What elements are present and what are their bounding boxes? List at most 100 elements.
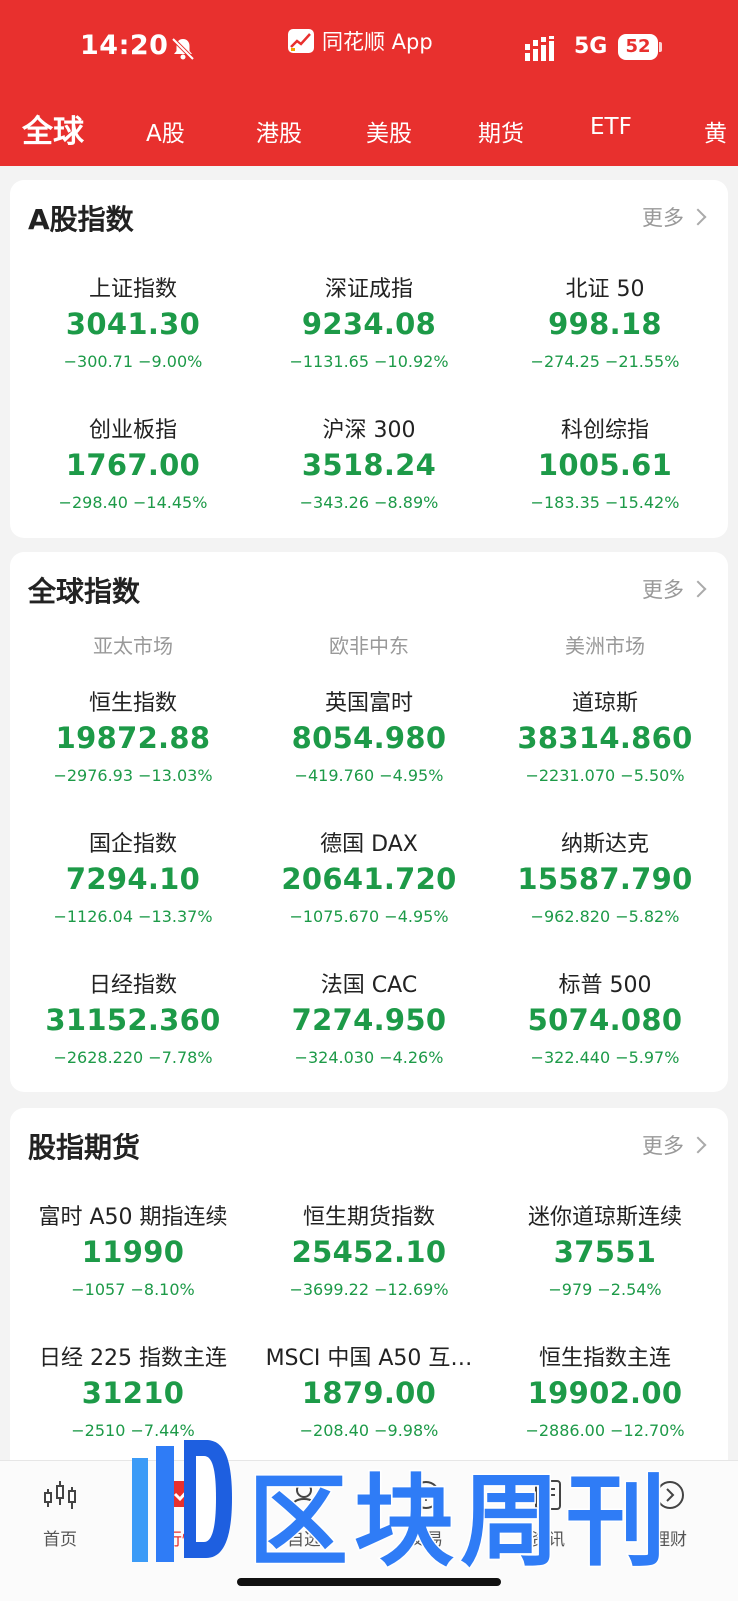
svg-text:¥: ¥ [421, 1486, 431, 1505]
index-price: 20641.720 [281, 862, 457, 896]
index-cell[interactable]: 纳斯达克 15587.790 −962.820 −5.82% [489, 826, 721, 946]
tab-etf[interactable]: ETF [590, 114, 632, 140]
tab-hk[interactable]: 港股 [256, 114, 302, 148]
index-name: 深证成指 [324, 277, 413, 302]
futures-name: 富时 A50 期指连续 [38, 1205, 228, 1230]
app-name: 同花顺 App [322, 30, 433, 54]
index-name: 北证 50 [565, 277, 645, 302]
market-icon [168, 1481, 196, 1507]
index-cell[interactable]: 国企指数 7294.10 −1126.04 −13.37% [17, 826, 249, 946]
index-price: 1767.00 [65, 448, 201, 482]
nav-wealth[interactable]: 理财 [618, 1479, 722, 1550]
app-logo-icon [288, 29, 314, 53]
tab-us[interactable]: 美股 [366, 114, 412, 148]
nav-news[interactable]: 资讯 [496, 1479, 600, 1550]
global-index-card: 全球指数 更多 亚太市场 欧非中东 美洲市场 恒生指数 19872.88 −29… [10, 552, 728, 1092]
index-change: −183.35 −15.42% [530, 493, 680, 512]
more-link[interactable]: 更多 [642, 202, 708, 232]
index-name: 恒生指数 [88, 691, 177, 716]
nav-market[interactable]: 行情 [130, 1479, 234, 1550]
nav-label: 首页 [43, 1530, 77, 1550]
more-label: 更多 [642, 578, 684, 602]
index-cell[interactable]: 上证指数 3041.30 −300.71 −9.00% [17, 271, 249, 391]
futures-price: 1879.00 [301, 1376, 437, 1410]
index-cell[interactable]: 英国富时 8054.980 −419.760 −4.95% [253, 685, 485, 805]
region-asia-pacific[interactable]: 亚太市场 [17, 630, 249, 659]
futures-change: −3699.22 −12.69% [289, 1280, 449, 1299]
tab-gold[interactable]: 黄 [704, 114, 727, 148]
index-change: −962.820 −5.82% [530, 907, 680, 926]
index-cell[interactable]: 法国 CAC 7274.950 −324.030 −4.26% [253, 967, 485, 1087]
futures-cell[interactable]: 迷你道琼斯连续 37551 −979 −2.54% [489, 1199, 721, 1319]
more-label: 更多 [642, 1134, 684, 1158]
trade-icon: ¥ [412, 1481, 440, 1509]
index-change: −322.440 −5.97% [530, 1048, 680, 1067]
card-title: A股指数 [28, 203, 134, 236]
futures-price: 31210 [81, 1376, 185, 1410]
index-change: −298.40 −14.45% [58, 493, 208, 512]
market-tabs: 全球 A股 港股 美股 期货 ETF 黄 [0, 100, 738, 166]
index-change: −1131.65 −10.92% [289, 352, 449, 371]
region-emea[interactable]: 欧非中东 [253, 630, 485, 659]
nav-label: 交易 [409, 1530, 443, 1550]
index-cell[interactable]: 标普 500 5074.080 −322.440 −5.97% [489, 967, 721, 1087]
index-price: 38314.860 [517, 721, 693, 755]
nav-label: 行情 [165, 1530, 199, 1550]
futures-change: −2510 −7.44% [71, 1421, 195, 1440]
a-share-index-card: A股指数 更多 上证指数 3041.30 −300.71 −9.00% 深证成指… [10, 180, 728, 538]
index-name: 国企指数 [88, 832, 177, 857]
tab-a-share[interactable]: A股 [146, 114, 185, 148]
card-title: 全球指数 [28, 575, 141, 608]
index-cell[interactable]: 科创综指 1005.61 −183.35 −15.42% [489, 412, 721, 532]
nav-watchlist[interactable]: 自选 [252, 1479, 356, 1550]
index-price: 9234.08 [301, 307, 437, 341]
index-name: 德国 DAX [320, 832, 418, 857]
futures-name: MSCI 中国 A50 互… [265, 1346, 473, 1371]
app-header: 14:20 同花顺 App 5G 52 全球 A股 港股 美股 期货 ETF 黄 [0, 0, 738, 166]
index-price: 19872.88 [55, 721, 211, 755]
nav-trade[interactable]: ¥ 交易 [374, 1479, 478, 1550]
index-cell[interactable]: 北证 50 998.18 −274.25 −21.55% [489, 271, 721, 391]
home-indicator[interactable] [237, 1578, 501, 1586]
index-change: −324.030 −4.26% [294, 1048, 444, 1067]
signal-icon [525, 36, 554, 61]
index-price: 31152.360 [45, 1003, 221, 1037]
index-cell[interactable]: 德国 DAX 20641.720 −1075.670 −4.95% [253, 826, 485, 946]
tab-futures[interactable]: 期货 [478, 114, 524, 148]
index-cell[interactable]: 创业板指 1767.00 −298.40 −14.45% [17, 412, 249, 532]
index-price: 7294.10 [65, 862, 201, 896]
index-change: −2628.220 −7.78% [53, 1048, 213, 1067]
index-cell[interactable]: 道琼斯 38314.860 −2231.070 −5.50% [489, 685, 721, 805]
region-americas[interactable]: 美洲市场 [489, 630, 721, 659]
index-change: −1126.04 −13.37% [53, 907, 213, 926]
futures-cell[interactable]: 日经 225 指数主连 31210 −2510 −7.44% [17, 1340, 249, 1460]
index-cell[interactable]: 深证成指 9234.08 −1131.65 −10.92% [253, 271, 485, 391]
more-link[interactable]: 更多 [642, 574, 708, 604]
futures-cell[interactable]: MSCI 中国 A50 互… 1879.00 −208.40 −9.98% [253, 1340, 485, 1460]
index-price: 15587.790 [517, 862, 693, 896]
tab-global[interactable]: 全球 [22, 106, 84, 151]
index-price: 3518.24 [301, 448, 437, 482]
status-time: 14:20 [80, 30, 169, 61]
futures-name: 日经 225 指数主连 [39, 1346, 227, 1371]
index-cell[interactable]: 日经指数 31152.360 −2628.220 −7.78% [17, 967, 249, 1087]
futures-change: −208.40 −9.98% [299, 1421, 439, 1440]
futures-price: 37551 [553, 1235, 657, 1269]
more-link[interactable]: 更多 [642, 1130, 708, 1160]
card-title: 股指期货 [28, 1131, 141, 1164]
index-cell[interactable]: 沪深 300 3518.24 −343.26 −8.89% [253, 412, 485, 532]
back-to-app[interactable]: 同花顺 App [288, 26, 433, 56]
index-name: 纳斯达克 [560, 832, 649, 857]
status-bar: 14:20 同花顺 App 5G 52 [0, 0, 738, 100]
index-name: 法国 CAC [320, 973, 418, 998]
nav-label: 资讯 [531, 1530, 565, 1550]
nav-home[interactable]: 首页 [8, 1479, 112, 1550]
futures-cell[interactable]: 恒生期货指数 25452.10 −3699.22 −12.69% [253, 1199, 485, 1319]
futures-cell[interactable]: 恒生指数主连 19902.00 −2886.00 −12.70% [489, 1340, 721, 1460]
index-change: −1075.670 −4.95% [289, 907, 449, 926]
index-futures-card: 股指期货 更多 富时 A50 期指连续 11990 −1057 −8.10% 恒… [10, 1108, 728, 1488]
nav-label: 理财 [653, 1530, 687, 1550]
futures-cell[interactable]: 富时 A50 期指连续 11990 −1057 −8.10% [17, 1199, 249, 1319]
index-name: 日经指数 [88, 973, 177, 998]
index-cell[interactable]: 恒生指数 19872.88 −2976.93 −13.03% [17, 685, 249, 805]
